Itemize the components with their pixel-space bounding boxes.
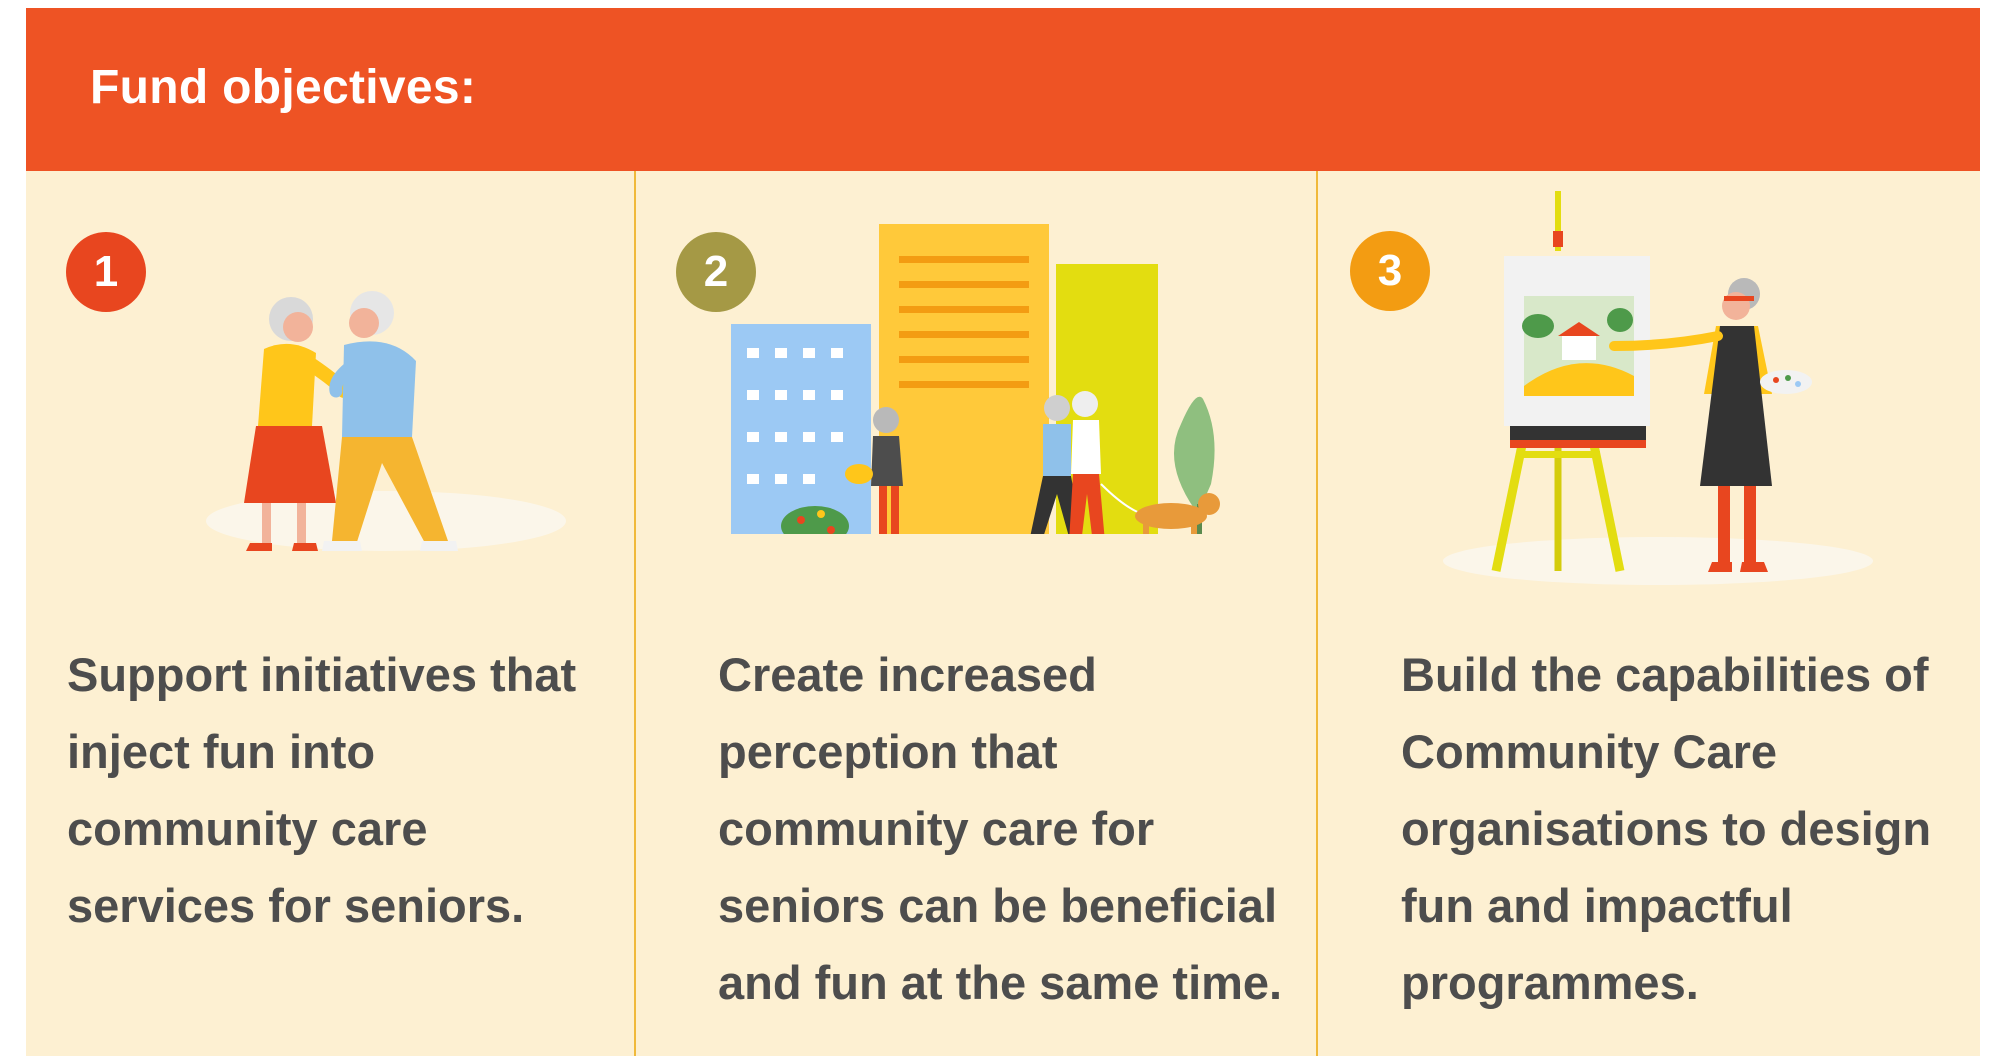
objective-column-1: 1 Support initiatives that inject fun in… <box>26 171 634 1056</box>
objective-number-badge: 1 <box>66 232 146 312</box>
header-banner: Fund objectives: <box>26 8 1980 171</box>
objective-column-2: 2 Create increased perception that commu… <box>636 171 1316 1056</box>
objective-text: Support initiatives that inject fun into… <box>67 648 577 932</box>
city-seniors-walking-dog-illustration <box>731 224 1220 534</box>
objective-text: Build the capabilities of Community Care… <box>1401 648 1932 1009</box>
objective-number-badge: 3 <box>1350 231 1430 311</box>
objective-text: Create increased perception that communi… <box>718 648 1283 1009</box>
dancing-seniors-illustration <box>206 291 566 551</box>
header-title: Fund objectives: <box>90 61 477 114</box>
objective-column-3: 3 Build the capabilities of Community Ca… <box>1318 171 1980 1056</box>
fund-objectives-card: Fund objectives: 1 Support initiatives t… <box>26 8 1980 1056</box>
senior-painting-at-easel-illustration <box>1443 191 1873 585</box>
